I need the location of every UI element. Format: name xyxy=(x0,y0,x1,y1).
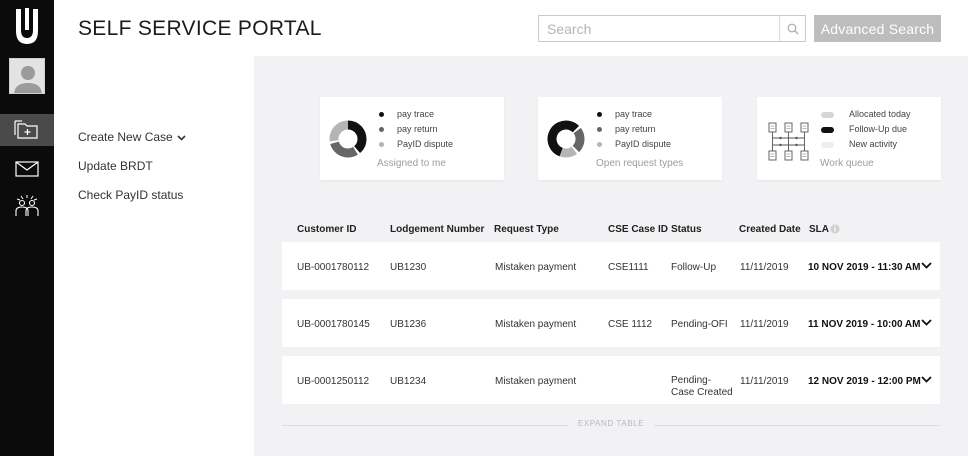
donut-chart-icon xyxy=(547,120,585,158)
legend-pill xyxy=(821,127,834,133)
chevron-down-icon[interactable] xyxy=(921,319,932,326)
page-title: SELF SERVICE PORTAL xyxy=(78,17,322,40)
legend-label: PayID dispute xyxy=(397,139,454,149)
side-rail xyxy=(0,0,54,456)
menu-item-update-brdt[interactable]: Update BRDT xyxy=(78,159,153,173)
legend-label: Follow-Up due xyxy=(849,124,908,134)
chevron-down-icon[interactable] xyxy=(921,376,932,383)
left-menu: Create New Case Update BRDT Check PayID … xyxy=(54,56,254,456)
table-row[interactable]: UB-0001780112 UB1230 Mistaken payment CS… xyxy=(282,242,940,290)
main-content: pay trace pay return PayID dispute Assig… xyxy=(254,56,968,456)
card-caption: Assigned to me xyxy=(377,158,446,169)
summary-card-assigned[interactable]: pay trace pay return PayID dispute Assig… xyxy=(320,97,504,180)
menu-item-check-payid-status[interactable]: Check PayID status xyxy=(78,188,183,202)
column-header-created-date[interactable]: Created Date xyxy=(739,224,801,235)
cell-created-date: 11/11/2019 xyxy=(740,262,789,273)
search-input[interactable] xyxy=(539,16,779,41)
cell-request-type: Mistaken payment xyxy=(495,376,577,387)
cell-lodgement-number: UB1236 xyxy=(390,319,427,330)
user-avatar-icon[interactable] xyxy=(9,58,45,94)
top-header: SELF SERVICE PORTAL Advanced Search xyxy=(54,0,968,56)
cell-status: Pending- xyxy=(671,375,712,386)
cell-customer-id: UB-0001250112 xyxy=(297,376,370,387)
legend-label: PayID dispute xyxy=(615,139,672,149)
cell-sla: 10 NOV 2019 - 11:30 AM xyxy=(808,262,921,273)
summary-card-work-queue[interactable]: Allocated today Follow-Up due New activi… xyxy=(757,97,941,180)
card-caption: Open request types xyxy=(596,158,684,169)
rail-messages-button[interactable] xyxy=(0,153,54,185)
cell-request-type: Mistaken payment xyxy=(495,319,577,330)
cell-created-date: 11/11/2019 xyxy=(740,376,789,387)
column-header-request-type[interactable]: Request Type xyxy=(494,224,559,235)
cell-status: Pending-OFI xyxy=(671,319,728,330)
cell-sla: 12 NOV 2019 - 12:00 PM xyxy=(808,376,921,387)
cell-status-line2: Case Created xyxy=(671,387,733,398)
legend-dot xyxy=(597,142,602,147)
mail-icon xyxy=(15,161,39,177)
cell-lodgement-number: UB1230 xyxy=(390,262,427,273)
menu-item-create-new-case[interactable]: Create New Case xyxy=(78,130,186,144)
legend-dot xyxy=(597,127,602,132)
chevron-down-icon xyxy=(177,135,186,141)
cell-request-type: Mistaken payment xyxy=(495,262,577,273)
folder-add-icon xyxy=(14,120,38,139)
column-header-customer-id[interactable]: Customer ID xyxy=(297,224,356,235)
table-row[interactable]: UB-0001250112 UB1234 Mistaken payment Pe… xyxy=(282,356,940,404)
workflow-grid-icon xyxy=(768,122,809,161)
cell-created-date: 11/11/2019 xyxy=(740,319,789,330)
legend-pill xyxy=(821,142,834,148)
rail-community-button[interactable] xyxy=(0,190,54,222)
column-header-cse-case-id[interactable]: CSE Case ID xyxy=(608,224,668,235)
rail-new-case-button[interactable] xyxy=(0,114,54,146)
search-box xyxy=(538,15,806,42)
column-header-lodgement-number[interactable]: Lodgement Number xyxy=(390,224,484,235)
menu-item-label: Create New Case xyxy=(78,130,173,144)
advanced-search-button[interactable]: Advanced Search xyxy=(814,15,941,42)
cell-lodgement-number: UB1234 xyxy=(390,376,427,387)
expand-table-control[interactable]: EXPAND TABLE xyxy=(282,419,940,431)
cell-cse-case-id: CSE 1112 xyxy=(608,319,653,330)
legend-dot xyxy=(379,142,384,147)
legend-label: pay trace xyxy=(397,109,435,119)
cell-status: Follow-Up xyxy=(671,262,717,273)
donut-chart-icon xyxy=(329,120,367,158)
legend-label: pay trace xyxy=(615,109,653,119)
cell-sla: 11 NOV 2019 - 10:00 AM xyxy=(808,319,921,330)
column-header-status[interactable]: Status xyxy=(671,224,702,235)
u-logo-icon[interactable] xyxy=(13,8,41,46)
expand-table-button[interactable]: EXPAND TABLE xyxy=(282,419,940,428)
table-row[interactable]: UB-0001780145 UB1236 Mistaken payment CS… xyxy=(282,299,940,347)
legend-label: pay return xyxy=(615,124,656,134)
card-caption: Work queue xyxy=(820,158,874,169)
cell-customer-id: UB-0001780145 xyxy=(297,319,370,330)
legend-label: New activity xyxy=(849,139,898,149)
legend-pill xyxy=(821,112,834,118)
legend-dot xyxy=(379,127,384,132)
legend-dot xyxy=(597,112,602,117)
search-button[interactable] xyxy=(779,16,805,41)
cell-customer-id: UB-0001780112 xyxy=(297,262,370,273)
cell-cse-case-id: CSE1111 xyxy=(608,262,649,273)
info-icon[interactable] xyxy=(830,224,840,234)
legend-label: Allocated today xyxy=(849,109,911,119)
search-icon xyxy=(787,23,798,34)
legend-label: pay return xyxy=(397,124,438,134)
summary-card-open-request-types[interactable]: pay trace pay return PayID dispute Open … xyxy=(538,97,722,180)
column-header-sla[interactable]: SLA xyxy=(809,224,829,235)
legend-dot xyxy=(379,112,384,117)
group-people-icon xyxy=(15,195,39,216)
chevron-down-icon[interactable] xyxy=(921,262,932,269)
